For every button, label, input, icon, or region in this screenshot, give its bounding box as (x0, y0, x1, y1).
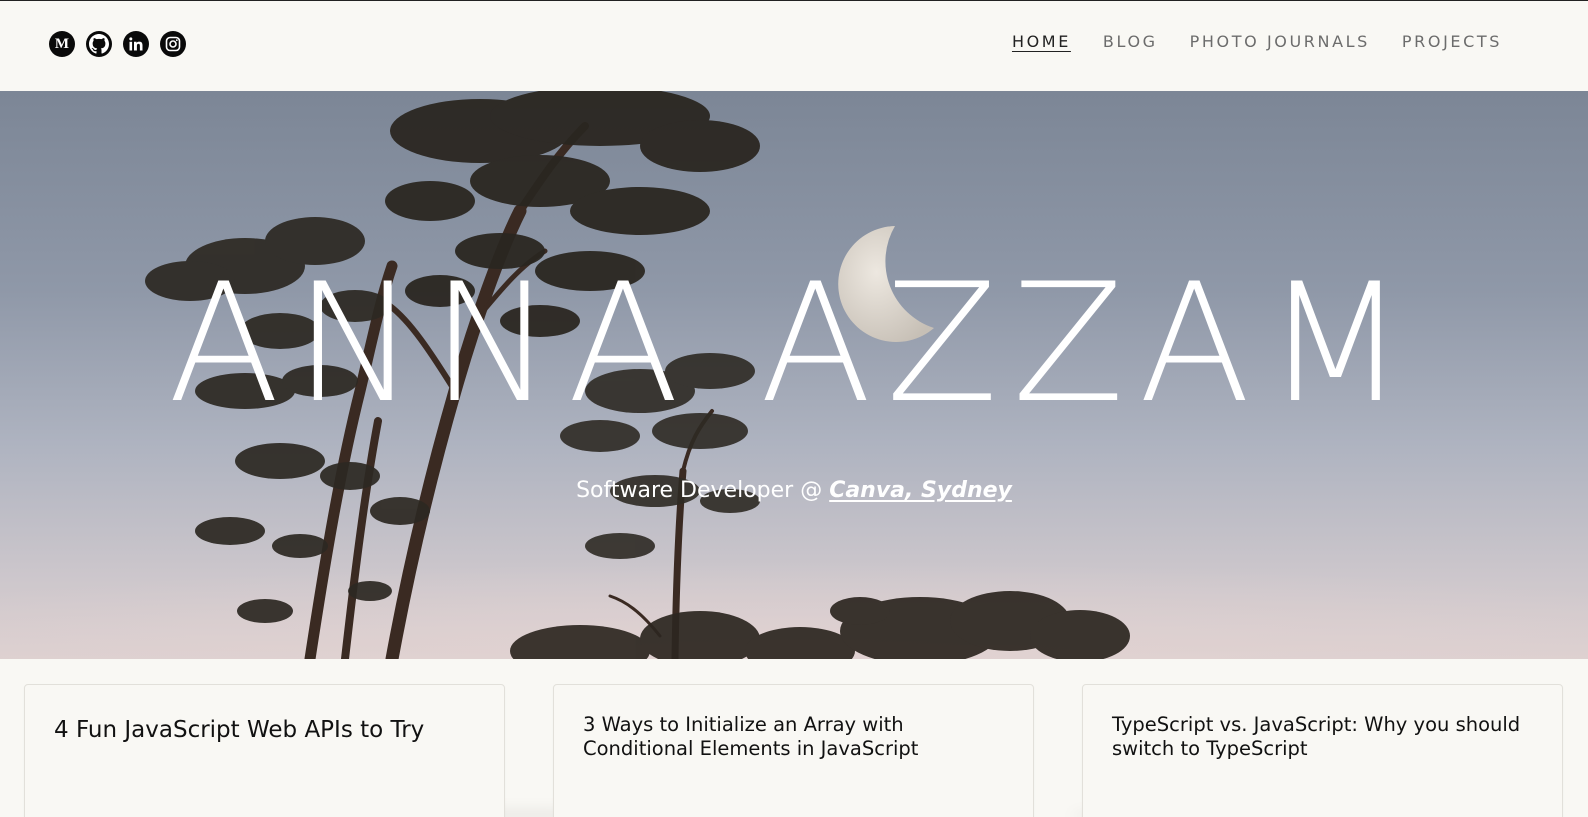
site-header: M HOME BLOG PHOTO JOURNALS PROJECTS (0, 1, 1588, 91)
github-icon (89, 34, 109, 54)
instagram-link[interactable] (160, 31, 186, 57)
linkedin-link[interactable] (123, 31, 149, 57)
blog-card[interactable]: 3 Ways to Initialize an Array with Condi… (553, 684, 1034, 817)
blog-card-title: TypeScript vs. JavaScript: Why you shoul… (1112, 713, 1521, 760)
blog-card[interactable]: TypeScript vs. JavaScript: Why you shoul… (1082, 684, 1563, 817)
hero-subtitle-prefix: Software Developer @ (576, 478, 830, 503)
main-nav: HOME BLOG PHOTO JOURNALS PROJECTS (1012, 32, 1502, 52)
linkedin-icon (129, 37, 143, 51)
hero-banner: ANNA AZZAM Software Developer @ Canva, S… (0, 91, 1588, 659)
company-link[interactable]: Canva, Sydney (829, 478, 1012, 503)
instagram-icon (165, 36, 181, 52)
github-link[interactable] (86, 31, 112, 57)
blog-cards: 4 Fun JavaScript Web APIs to Try 3 Ways … (24, 684, 1563, 817)
nav-home[interactable]: HOME (1012, 32, 1071, 52)
hero-subtitle: Software Developer @ Canva, Sydney (0, 477, 1588, 505)
blog-card-title: 4 Fun JavaScript Web APIs to Try (54, 717, 425, 743)
blog-card-title: 3 Ways to Initialize an Array with Condi… (583, 713, 919, 760)
hero-title: ANNA AZZAM (167, 248, 1421, 439)
nav-projects[interactable]: PROJECTS (1402, 32, 1502, 52)
medium-icon: M (54, 35, 70, 52)
social-links: M (49, 31, 186, 57)
medium-link[interactable]: M (49, 31, 75, 57)
nav-blog[interactable]: BLOG (1103, 32, 1158, 52)
blog-card[interactable]: 4 Fun JavaScript Web APIs to Try (24, 684, 505, 817)
nav-photo-journals[interactable]: PHOTO JOURNALS (1190, 32, 1370, 52)
